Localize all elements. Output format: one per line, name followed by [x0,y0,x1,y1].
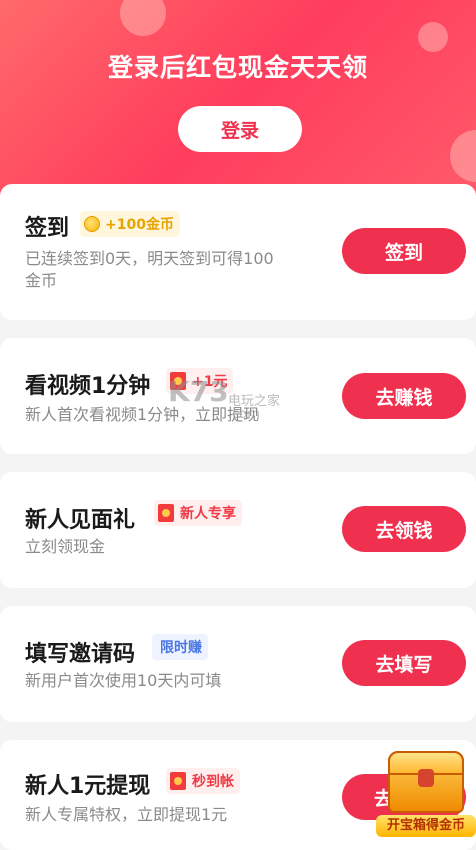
claim-money-button[interactable]: 去领钱 [342,506,466,552]
fill-code-button[interactable]: 去填写 [342,640,466,686]
task-title: 填写邀请码 [25,642,136,667]
reward-badge: 新人专享 [154,500,242,526]
task-description-line: 已连续签到0天，明天签到可得100 [25,249,274,268]
treasure-chest-widget[interactable]: 开宝箱得金币 [376,745,476,837]
reward-badge-text: 新人专享 [180,506,236,522]
task-description: 立刻领现金 [25,537,106,556]
task-title: 新人1元提现 [25,774,151,799]
coin-icon [84,216,100,232]
header-banner: 登录后红包现金天天领 登录 [0,0,476,200]
earn-money-button[interactable]: 去赚钱 [342,373,466,419]
lock-icon [418,769,434,787]
reward-badge: 限时赚 [152,634,208,660]
task-title: 看视频1分钟 [25,374,151,399]
task-description: 已连续签到0天，明天签到可得100 金币 [25,248,274,292]
red-envelope-icon [170,772,186,790]
watermark-line: .com [228,407,260,422]
task-title: 签到 [25,216,70,241]
task-card-checkin: 签到 +100金币 已连续签到0天，明天签到可得100 金币 签到 [0,184,476,320]
task-description: 新人专属特权，立即提现1元 [25,805,228,824]
header-title: 登录后红包现金天天领 [107,53,368,82]
treasure-label: 开宝箱得金币 [376,815,476,837]
task-title: 新人见面礼 [25,508,136,533]
reward-badge-text: +100金币 [105,217,174,233]
reward-badge: +100金币 [80,211,180,237]
task-card-welcome-gift: 新人见面礼 新人专享 立刻领现金 去领钱 [0,472,476,588]
reward-badge-text: 限时赚 [160,640,202,656]
task-description-line: 金币 [25,271,58,290]
checkin-button[interactable]: 签到 [342,228,466,274]
watermark-text: 电玩之家 .com [228,395,280,421]
task-card-invite-code: 填写邀请码 限时赚 新用户首次使用10天内可填 去填写 [0,606,476,722]
task-description: 新用户首次使用10天内可填 [25,671,222,690]
decor-bubble [450,130,476,182]
red-envelope-icon [158,504,174,522]
login-button[interactable]: 登录 [178,106,302,152]
reward-badge: 秒到帐 [166,768,240,794]
reward-badge-text: 秒到帐 [192,774,234,790]
watermark-logo: K73 [168,375,229,408]
decor-bubble [120,0,166,36]
